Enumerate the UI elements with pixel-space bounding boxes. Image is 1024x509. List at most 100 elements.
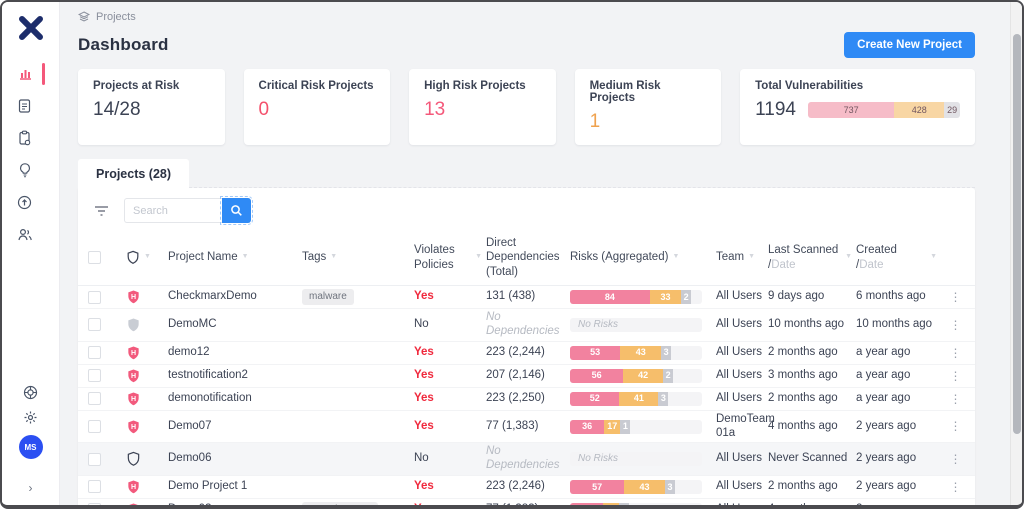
row-actions-menu[interactable]: ⋮: [941, 450, 975, 468]
risk-shield-icon: H: [112, 343, 168, 363]
projects-panel: Projects (28): [78, 159, 975, 505]
row-actions-menu[interactable]: ⋮: [941, 390, 975, 408]
dependencies-cell: 77 (1,383): [486, 501, 570, 505]
table-row[interactable]: H demonotification Yes 223 (2,250) 52413…: [78, 388, 975, 411]
row-actions-menu[interactable]: ⋮: [941, 288, 975, 306]
sort-icon[interactable]: ▼: [748, 253, 755, 262]
table-row[interactable]: H demo12 Yes 223 (2,244) 53433 All Users…: [78, 342, 975, 365]
sidebar-item-teams[interactable]: [2, 218, 59, 250]
created-cell: 10 months ago: [856, 316, 941, 334]
created-cell: 2 years ago: [856, 478, 941, 496]
scrollbar-thumb[interactable]: [1013, 34, 1021, 434]
row-actions-menu[interactable]: ⋮: [941, 367, 975, 385]
row-actions-menu[interactable]: ⋮: [941, 344, 975, 362]
create-new-project-button[interactable]: Create New Project: [844, 32, 975, 58]
project-name-cell[interactable]: DemoMC: [168, 316, 302, 334]
project-name-cell[interactable]: testnotification2: [168, 367, 302, 385]
row-checkbox[interactable]: [88, 420, 101, 433]
team-cell: All Users: [716, 478, 768, 496]
stat-card-label: Projects at Risk: [93, 80, 210, 92]
user-avatar[interactable]: MS: [19, 435, 43, 459]
risks-bar-cell: 56422: [570, 367, 716, 385]
search-button[interactable]: [222, 198, 251, 223]
column-direct-dependencies[interactable]: Direct Dependencies (Total): [486, 236, 566, 279]
tag-pill: Branch:v0.1.2: [302, 502, 378, 505]
dependencies-cell: 223 (2,244): [486, 344, 570, 362]
table-row[interactable]: H Demo06 No No Dependencies No Risks All…: [78, 443, 975, 476]
sort-icon[interactable]: ▼: [144, 253, 151, 262]
sidebar-item-security[interactable]: [2, 186, 59, 218]
violates-policies-cell: Yes: [414, 344, 486, 362]
column-tags[interactable]: Tags: [302, 250, 326, 264]
sidebar-item-dashboard[interactable]: [2, 58, 59, 90]
search-bar: [124, 198, 251, 223]
breadcrumb[interactable]: Projects: [78, 2, 975, 23]
risk-shield-icon: H: [112, 315, 168, 335]
svg-text:H: H: [131, 350, 136, 357]
project-name-cell[interactable]: Demo03: [168, 501, 302, 505]
svg-text:H: H: [131, 423, 136, 430]
vulnerabilities-stacked-bar: 73742829: [808, 102, 960, 118]
team-cell: All Users: [716, 316, 768, 334]
filter-icon[interactable]: [94, 205, 109, 217]
last-scanned-cell: 2 months ago: [768, 390, 856, 408]
stat-card-value: 14/28: [93, 99, 141, 121]
table-row[interactable]: H DemoMC No No Dependencies No Risks All…: [78, 309, 975, 342]
row-checkbox[interactable]: [88, 392, 101, 405]
project-name-cell[interactable]: Demo Project 1: [168, 478, 302, 496]
sidebar-item-insights[interactable]: [2, 154, 59, 186]
column-violates-policies[interactable]: Violates Policies: [414, 243, 471, 272]
stat-card-critical-risk: Critical Risk Projects 0: [244, 69, 391, 145]
sidebar-item-documents[interactable]: [2, 90, 59, 122]
project-name-cell[interactable]: demo12: [168, 344, 302, 362]
page-title: Dashboard: [78, 35, 169, 55]
column-team[interactable]: Team: [716, 250, 744, 264]
created-cell: 6 months ago: [856, 288, 941, 306]
page-header: Dashboard Create New Project: [78, 32, 975, 58]
checkmarx-logo[interactable]: [17, 14, 45, 42]
table-row[interactable]: H testnotification2 Yes 207 (2,146) 5642…: [78, 365, 975, 388]
search-input[interactable]: [124, 198, 222, 223]
row-actions-menu[interactable]: ⋮: [941, 478, 975, 496]
sort-icon[interactable]: ▼: [672, 253, 679, 262]
row-checkbox[interactable]: [88, 346, 101, 359]
lightbulb-icon: [18, 162, 32, 178]
row-checkbox[interactable]: [88, 503, 101, 505]
gear-icon[interactable]: [23, 410, 38, 425]
stat-card-label: Medium Risk Projects: [590, 80, 707, 104]
shield-column-icon: [126, 250, 140, 265]
table-row[interactable]: H CheckmarxDemo malware Yes 131 (438) 84…: [78, 286, 975, 309]
column-project-name[interactable]: Project Name: [168, 250, 238, 264]
project-name-cell[interactable]: Demo06: [168, 450, 302, 468]
chevron-right-icon[interactable]: ›: [25, 477, 37, 499]
row-actions-menu[interactable]: ⋮: [941, 316, 975, 334]
row-checkbox[interactable]: [88, 480, 101, 493]
created-cell: 2 years ago: [856, 501, 941, 505]
help-icon[interactable]: [23, 385, 38, 400]
last-scanned-cell: 4 months ago: [768, 418, 856, 436]
row-checkbox[interactable]: [88, 318, 101, 331]
row-actions-menu[interactable]: ⋮: [941, 417, 975, 435]
vertical-scrollbar[interactable]: [1010, 2, 1022, 505]
row-checkbox[interactable]: [88, 291, 101, 304]
table-row[interactable]: H Demo03 Branch:v0.1.2 Yes 77 (1,383) 35…: [78, 499, 975, 505]
sort-icon[interactable]: ▼: [242, 253, 249, 262]
sort-icon[interactable]: ▼: [475, 253, 482, 262]
column-risks[interactable]: Risks (Aggregated): [570, 250, 668, 264]
project-name-cell[interactable]: Demo07: [168, 418, 302, 436]
select-all-checkbox[interactable]: [88, 251, 101, 264]
sort-icon[interactable]: ▼: [330, 253, 337, 262]
sort-icon[interactable]: ▼: [930, 253, 937, 262]
tab-projects[interactable]: Projects (28): [78, 159, 189, 188]
table-row[interactable]: H Demo07 Yes 77 (1,383) 36171 DemoTeam 0…: [78, 411, 975, 444]
project-name-cell[interactable]: CheckmarxDemo: [168, 288, 302, 306]
project-name-cell[interactable]: demonotification: [168, 390, 302, 408]
row-actions-menu[interactable]: ⋮: [941, 501, 975, 505]
sort-icon[interactable]: ▼: [845, 253, 852, 262]
table-row[interactable]: H Demo Project 1 Yes 223 (2,246) 57433 A…: [78, 476, 975, 499]
row-checkbox[interactable]: [88, 369, 101, 382]
row-checkbox[interactable]: [88, 453, 101, 466]
violates-policies-cell: Yes: [414, 478, 486, 496]
sidebar-item-reports[interactable]: [2, 122, 59, 154]
team-cell: All Users: [716, 367, 768, 385]
